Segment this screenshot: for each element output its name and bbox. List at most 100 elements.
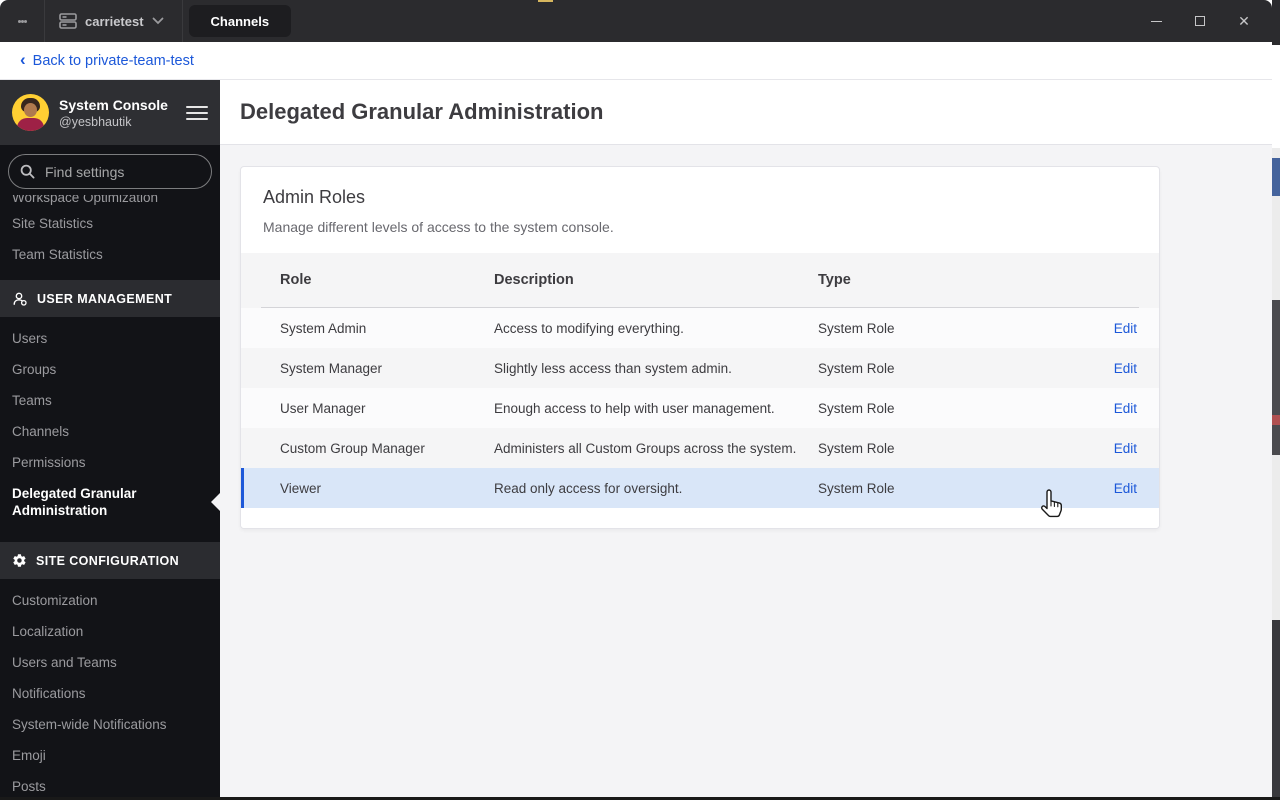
- sidebar-item-team-statistics[interactable]: Team Statistics: [0, 239, 220, 270]
- table-row-system-manager[interactable]: System Manager Slightly less access than…: [241, 348, 1159, 388]
- avatar-face: [24, 103, 37, 117]
- maximize-button[interactable]: [1178, 0, 1222, 42]
- type-cell: System Role: [818, 360, 895, 376]
- section-user-management[interactable]: USER MANAGEMENT: [0, 280, 220, 317]
- sidebar-item-users-and-teams[interactable]: Users and Teams: [0, 647, 220, 678]
- console-username: @yesbhautik: [59, 114, 132, 129]
- sliver-segment: [1272, 45, 1280, 148]
- back-bar: ‹ Back to private-team-test: [0, 42, 1272, 80]
- sliver-segment: [1272, 0, 1280, 45]
- sidebar-item-teams[interactable]: Teams: [0, 385, 220, 416]
- kebab-menu-icon: [23, 19, 27, 23]
- app-window: carrietest Channels ✕ ‹ Back to private-…: [0, 0, 1272, 797]
- type-cell: System Role: [818, 480, 895, 496]
- titlebar: carrietest Channels ✕: [0, 0, 1272, 42]
- description-cell: Access to modifying everything.: [494, 320, 684, 336]
- sliver-segment: [1272, 300, 1280, 455]
- user-icon: [13, 292, 27, 306]
- server-name: carrietest: [85, 13, 144, 29]
- minimize-button[interactable]: [1134, 0, 1178, 42]
- edit-link[interactable]: Edit: [1114, 481, 1137, 496]
- admin-roles-card: Admin Roles Manage different levels of a…: [240, 166, 1160, 529]
- hamburger-icon: [186, 111, 208, 114]
- sidebar-item-notifications[interactable]: Notifications: [0, 678, 220, 709]
- sliver-segment: [1272, 415, 1280, 425]
- maximize-icon: [1195, 16, 1205, 26]
- description-cell: Administers all Custom Groups across the…: [494, 440, 797, 456]
- section-site-configuration[interactable]: SITE CONFIGURATION: [0, 542, 220, 579]
- avatar-shirt: [17, 118, 44, 131]
- role-cell: System Admin: [280, 320, 367, 336]
- column-header-description: Description: [494, 272, 574, 288]
- table-header-row: Role Description Type: [241, 253, 1159, 307]
- titlebar-divider: [181, 0, 183, 42]
- search-icon: [20, 164, 35, 179]
- sidebar-item-emoji[interactable]: Emoji: [0, 740, 220, 771]
- sidebar-item-site-statistics[interactable]: Site Statistics: [0, 208, 220, 239]
- console-title: System Console: [59, 96, 168, 113]
- edit-link[interactable]: Edit: [1114, 361, 1137, 376]
- type-cell: System Role: [818, 440, 895, 456]
- chevron-left-icon: ‹: [20, 50, 26, 69]
- sidebar-item-localization[interactable]: Localization: [0, 616, 220, 647]
- description-cell: Slightly less access than system admin.: [494, 360, 732, 376]
- page-content: Admin Roles Manage different levels of a…: [220, 145, 1272, 797]
- close-button[interactable]: ✕: [1222, 0, 1266, 42]
- table-row-user-manager[interactable]: User Manager Enough access to help with …: [241, 388, 1159, 428]
- table-row-custom-group-manager[interactable]: Custom Group Manager Administers all Cus…: [241, 428, 1159, 468]
- chevron-down-icon: [152, 17, 163, 25]
- server-dropdown[interactable]: carrietest: [45, 0, 182, 42]
- section-label: SITE CONFIGURATION: [36, 553, 180, 568]
- role-cell: System Manager: [280, 360, 383, 376]
- type-cell: System Role: [818, 400, 895, 416]
- close-icon: ✕: [1238, 13, 1250, 29]
- minimize-icon: [1150, 20, 1162, 22]
- sliver-segment: [1272, 620, 1280, 800]
- column-header-role: Role: [280, 272, 312, 288]
- card-subtitle: Manage different levels of access to the…: [263, 219, 614, 235]
- sidebar-item-delegated-granular-administration[interactable]: Delegated Granular Administration: [0, 478, 220, 526]
- card-footer: [241, 508, 1159, 528]
- page-title: Delegated Granular Administration: [240, 99, 604, 124]
- search-input[interactable]: [8, 154, 212, 189]
- sidebar-item-posts[interactable]: Posts: [0, 771, 220, 797]
- sidebar-item-channels[interactable]: Channels: [0, 416, 220, 447]
- background-window-sliver: [1272, 0, 1280, 800]
- column-header-type: Type: [818, 272, 851, 288]
- window-controls: ✕: [1134, 0, 1266, 42]
- role-cell: Custom Group Manager: [280, 440, 425, 456]
- background-artifact: [538, 0, 553, 2]
- card-header: Admin Roles Manage different levels of a…: [241, 167, 1159, 253]
- sidebar-item-permissions[interactable]: Permissions: [0, 447, 220, 478]
- sidebar-item-groups[interactable]: Groups: [0, 354, 220, 385]
- app-menu-button[interactable]: [0, 0, 44, 42]
- avatar[interactable]: [12, 94, 49, 131]
- card-title: Admin Roles: [263, 187, 366, 207]
- role-cell: Viewer: [280, 480, 322, 496]
- edit-link[interactable]: Edit: [1114, 321, 1137, 336]
- server-icon: [59, 13, 77, 29]
- sidebar: System Console @yesbhautik Works: [0, 80, 220, 797]
- main-area: Delegated Granular Administration Admin …: [220, 80, 1272, 797]
- tab-label: Channels: [210, 13, 270, 29]
- hamburger-menu-button[interactable]: [186, 105, 208, 120]
- sidebar-item-users[interactable]: Users: [0, 323, 220, 354]
- gear-icon: [13, 554, 26, 567]
- table-row-system-admin[interactable]: System Admin Access to modifying everyth…: [241, 308, 1159, 348]
- sidebar-item-workspace-optimization[interactable]: Workspace Optimization: [0, 195, 220, 208]
- hamburger-icon: [186, 117, 208, 120]
- back-link-label: Back to private-team-test: [32, 52, 194, 69]
- back-link[interactable]: ‹ Back to private-team-test: [20, 50, 194, 69]
- edit-link[interactable]: Edit: [1114, 441, 1137, 456]
- tab-channels[interactable]: Channels: [188, 5, 292, 37]
- table-row-viewer[interactable]: Viewer Read only access for oversight. S…: [241, 468, 1159, 508]
- sidebar-header: System Console @yesbhautik: [0, 80, 220, 145]
- search-container: [0, 145, 220, 195]
- sidebar-item-label: Workspace Optimization: [12, 195, 159, 205]
- admin-roles-table: Role Description Type System Admin Acces…: [241, 253, 1159, 508]
- description-cell: Enough access to help with user manageme…: [494, 400, 775, 416]
- sidebar-item-customization[interactable]: Customization: [0, 585, 220, 616]
- sidebar-nav: Workspace Optimization Site Statistics T…: [0, 195, 220, 797]
- edit-link[interactable]: Edit: [1114, 401, 1137, 416]
- sidebar-item-system-wide-notifications[interactable]: System-wide Notifications: [0, 709, 220, 740]
